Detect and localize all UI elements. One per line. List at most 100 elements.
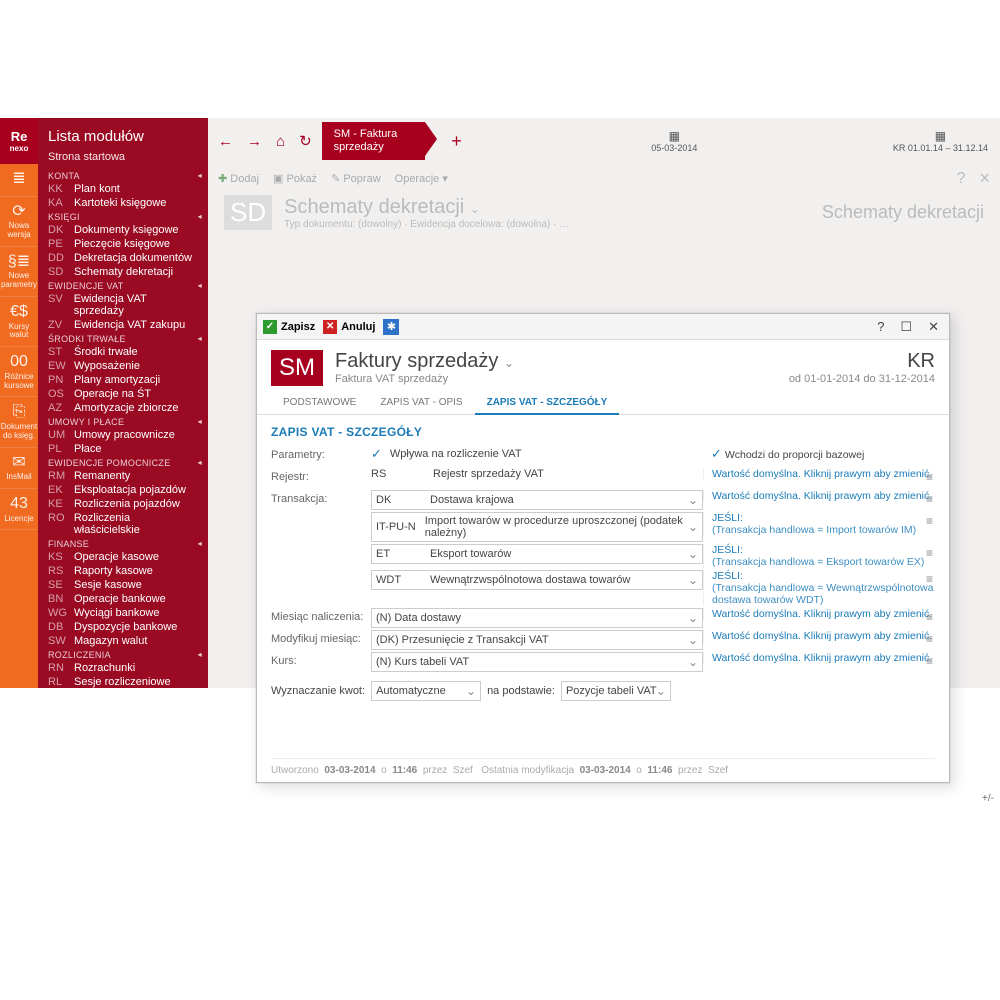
hint-text[interactable]: Wartość domyślna. Kliknij prawym aby zmi… xyxy=(712,652,932,664)
module-item[interactable]: OSOperacje na ŚT xyxy=(38,387,208,401)
module-item[interactable]: KSOperacje kasowe xyxy=(38,550,208,564)
tab-podstawowe[interactable]: PODSTAWOWE xyxy=(271,392,368,414)
module-list-title: Lista modułów xyxy=(38,118,208,149)
help-icon[interactable]: ? xyxy=(957,170,966,188)
cancel-button[interactable]: ✕Anuluj xyxy=(323,320,375,334)
date-widget-2[interactable]: ▦KR 01.01.14 – 31.12.14 xyxy=(887,127,994,155)
menu-icon[interactable]: ≡ xyxy=(926,492,933,506)
bg-badge: SD xyxy=(224,195,272,230)
label-kwoty: Wyznaczanie kwot: xyxy=(271,685,365,697)
date-widget-1[interactable]: ▦05-03-2014 xyxy=(645,127,703,155)
nav-home-icon[interactable]: ⌂ xyxy=(272,129,289,154)
rail-item[interactable]: 43Licencje xyxy=(0,489,38,530)
transakcja-select[interactable]: ETEksport towarów xyxy=(371,544,703,564)
menu-icon[interactable]: ≡ xyxy=(926,610,933,624)
hint-text[interactable]: Wartość domyślna. Kliknij prawym aby zmi… xyxy=(712,490,932,502)
module-item[interactable]: STŚrodki trwałe xyxy=(38,345,208,359)
module-item[interactable]: RSRaporty kasowe xyxy=(38,564,208,578)
menu-icon[interactable]: ≡ xyxy=(926,654,933,668)
label-transakcja: Transakcja: xyxy=(271,490,371,505)
show-button[interactable]: ▣ Pokaż xyxy=(273,172,317,185)
hint-text[interactable]: Wartość domyślna. Kliknij prawym aby zmi… xyxy=(712,630,932,642)
rail-item[interactable]: ⟳Nowa wersja xyxy=(0,197,38,247)
module-item[interactable]: DKDokumenty księgowe xyxy=(38,223,208,237)
module-item[interactable]: SESesje kasowe xyxy=(38,578,208,592)
module-section[interactable]: KONTA xyxy=(38,169,208,182)
check-icon[interactable]: ✓ xyxy=(371,446,382,462)
module-section[interactable]: KSIĘGI xyxy=(38,210,208,223)
module-section[interactable]: EWIDENCJE POMOCNICZE xyxy=(38,456,208,469)
app-rail: Re nexo ≣⟳Nowa wersja§≣Nowe parametry€$K… xyxy=(0,118,38,688)
transakcja-select[interactable]: DKDostawa krajowa xyxy=(371,490,703,510)
module-item[interactable]: KERozliczenia pojazdów xyxy=(38,497,208,511)
save-button[interactable]: ✓Zapisz xyxy=(263,320,315,334)
module-item[interactable]: SVEwidencja VAT sprzedaży xyxy=(38,292,208,318)
module-item[interactable]: PNPlany amortyzacji xyxy=(38,373,208,387)
menu-icon[interactable]: ≡ xyxy=(926,632,933,646)
module-item[interactable]: RMRemanenty xyxy=(38,469,208,483)
kurs-select[interactable]: (N) Kurs tabeli VAT xyxy=(371,652,703,672)
nav-back-icon[interactable]: ← xyxy=(214,129,237,154)
nav-forward-icon[interactable]: → xyxy=(243,129,266,154)
module-item[interactable]: PEPieczęcie księgowe xyxy=(38,237,208,251)
module-item[interactable]: PLPłace xyxy=(38,442,208,456)
module-item[interactable]: DBDyspozycje bankowe xyxy=(38,620,208,634)
module-section[interactable]: ROZLICZENIA xyxy=(38,648,208,661)
close-view-icon[interactable]: × xyxy=(979,168,990,189)
rail-item[interactable]: €$Kursy walut xyxy=(0,297,38,347)
close-icon[interactable]: ✕ xyxy=(924,319,943,335)
module-item[interactable]: WGWyciągi bankowe xyxy=(38,606,208,620)
add-button[interactable]: ✚ Dodaj xyxy=(218,172,259,185)
edit-button[interactable]: ✎ Popraw xyxy=(331,172,381,185)
module-item[interactable]: DDDekretacja dokumentów xyxy=(38,251,208,265)
check-icon[interactable]: ✓ xyxy=(711,446,722,461)
module-item[interactable]: SDSchematy dekretacji xyxy=(38,265,208,279)
miesiac-select[interactable]: (N) Data dostawy xyxy=(371,608,703,628)
module-item[interactable]: ZVEwidencja VAT zakupu xyxy=(38,318,208,332)
module-item[interactable]: KKPlan kont xyxy=(38,182,208,196)
toolbar: ✚ Dodaj ▣ Pokaż ✎ Popraw Operacje ▾ ? × xyxy=(208,164,1000,193)
module-item[interactable]: EKEksploatacja pojazdów xyxy=(38,483,208,497)
module-item[interactable]: RNRozrachunki xyxy=(38,661,208,675)
maximize-icon[interactable]: ☐ xyxy=(896,319,916,335)
module-section[interactable]: FINANSE xyxy=(38,537,208,550)
settings-icon[interactable]: ✱ xyxy=(383,319,399,335)
new-tab-icon[interactable]: + xyxy=(451,131,462,152)
module-item[interactable]: AZAmortyzacje zbiorcze xyxy=(38,401,208,415)
transakcja-select[interactable]: WDTWewnątrzwspólnotowa dostawa towarów xyxy=(371,570,703,590)
nav-refresh-icon[interactable]: ↻ xyxy=(295,128,316,154)
module-list: Lista modułów Strona startowa KONTAKKPla… xyxy=(38,118,208,688)
rail-item[interactable]: ≣ xyxy=(0,164,38,197)
module-item[interactable]: BNOperacje bankowe xyxy=(38,592,208,606)
operations-button[interactable]: Operacje ▾ xyxy=(395,172,448,185)
kwoty-row: Wyznaczanie kwot: Automatyczne na podsta… xyxy=(257,673,949,709)
module-item[interactable]: RORozliczenia właścicielskie xyxy=(38,511,208,537)
kwoty-mode-select[interactable]: Automatyczne xyxy=(371,681,481,701)
menu-icon[interactable]: ≡ xyxy=(926,546,933,560)
home-link[interactable]: Strona startowa xyxy=(38,149,208,169)
module-section[interactable]: EWIDENCJE VAT xyxy=(38,279,208,292)
module-item[interactable]: SWMagazyn walut xyxy=(38,634,208,648)
help-icon[interactable]: ? xyxy=(873,319,888,334)
hint-text[interactable]: Wartość domyślna. Kliknij prawym aby zmi… xyxy=(712,468,932,480)
transakcja-select[interactable]: IT-PU-NImport towarów w procedurze upros… xyxy=(371,512,703,542)
menu-icon[interactable]: ≡ xyxy=(926,470,933,484)
module-section[interactable]: UMOWY I PŁACE xyxy=(38,415,208,428)
module-section[interactable]: ŚRODKI TRWAŁE xyxy=(38,332,208,345)
module-item[interactable]: RLSesje rozliczeniowe xyxy=(38,675,208,688)
tab-zapis-opis[interactable]: ZAPIS VAT - OPIS xyxy=(368,392,474,414)
rail-item[interactable]: §≣Nowe parametry xyxy=(0,247,38,297)
menu-icon[interactable]: ≡ xyxy=(926,514,933,528)
tab-zapis-szczegoly[interactable]: ZAPIS VAT - SZCZEGÓŁY xyxy=(475,392,620,415)
rail-item[interactable]: ⎘Dokument do księg. xyxy=(0,397,38,447)
hint-text[interactable]: Wartość domyślna. Kliknij prawym aby zmi… xyxy=(712,608,932,620)
module-item[interactable]: EWWyposażenie xyxy=(38,359,208,373)
active-tab[interactable]: SM - Faktura sprzedaży xyxy=(322,122,426,160)
module-item[interactable]: KAKartoteki księgowe xyxy=(38,196,208,210)
kwoty-basis-select[interactable]: Pozycje tabeli VAT xyxy=(561,681,671,701)
rail-item[interactable]: 00Różnice kursowe xyxy=(0,347,38,397)
rail-item[interactable]: ✉InsMail xyxy=(0,448,38,489)
module-item[interactable]: UMUmowy pracownicze xyxy=(38,428,208,442)
modyf-select[interactable]: (DK) Przesunięcie z Transakcji VAT xyxy=(371,630,703,650)
zoom-control[interactable]: +/- xyxy=(982,793,994,804)
